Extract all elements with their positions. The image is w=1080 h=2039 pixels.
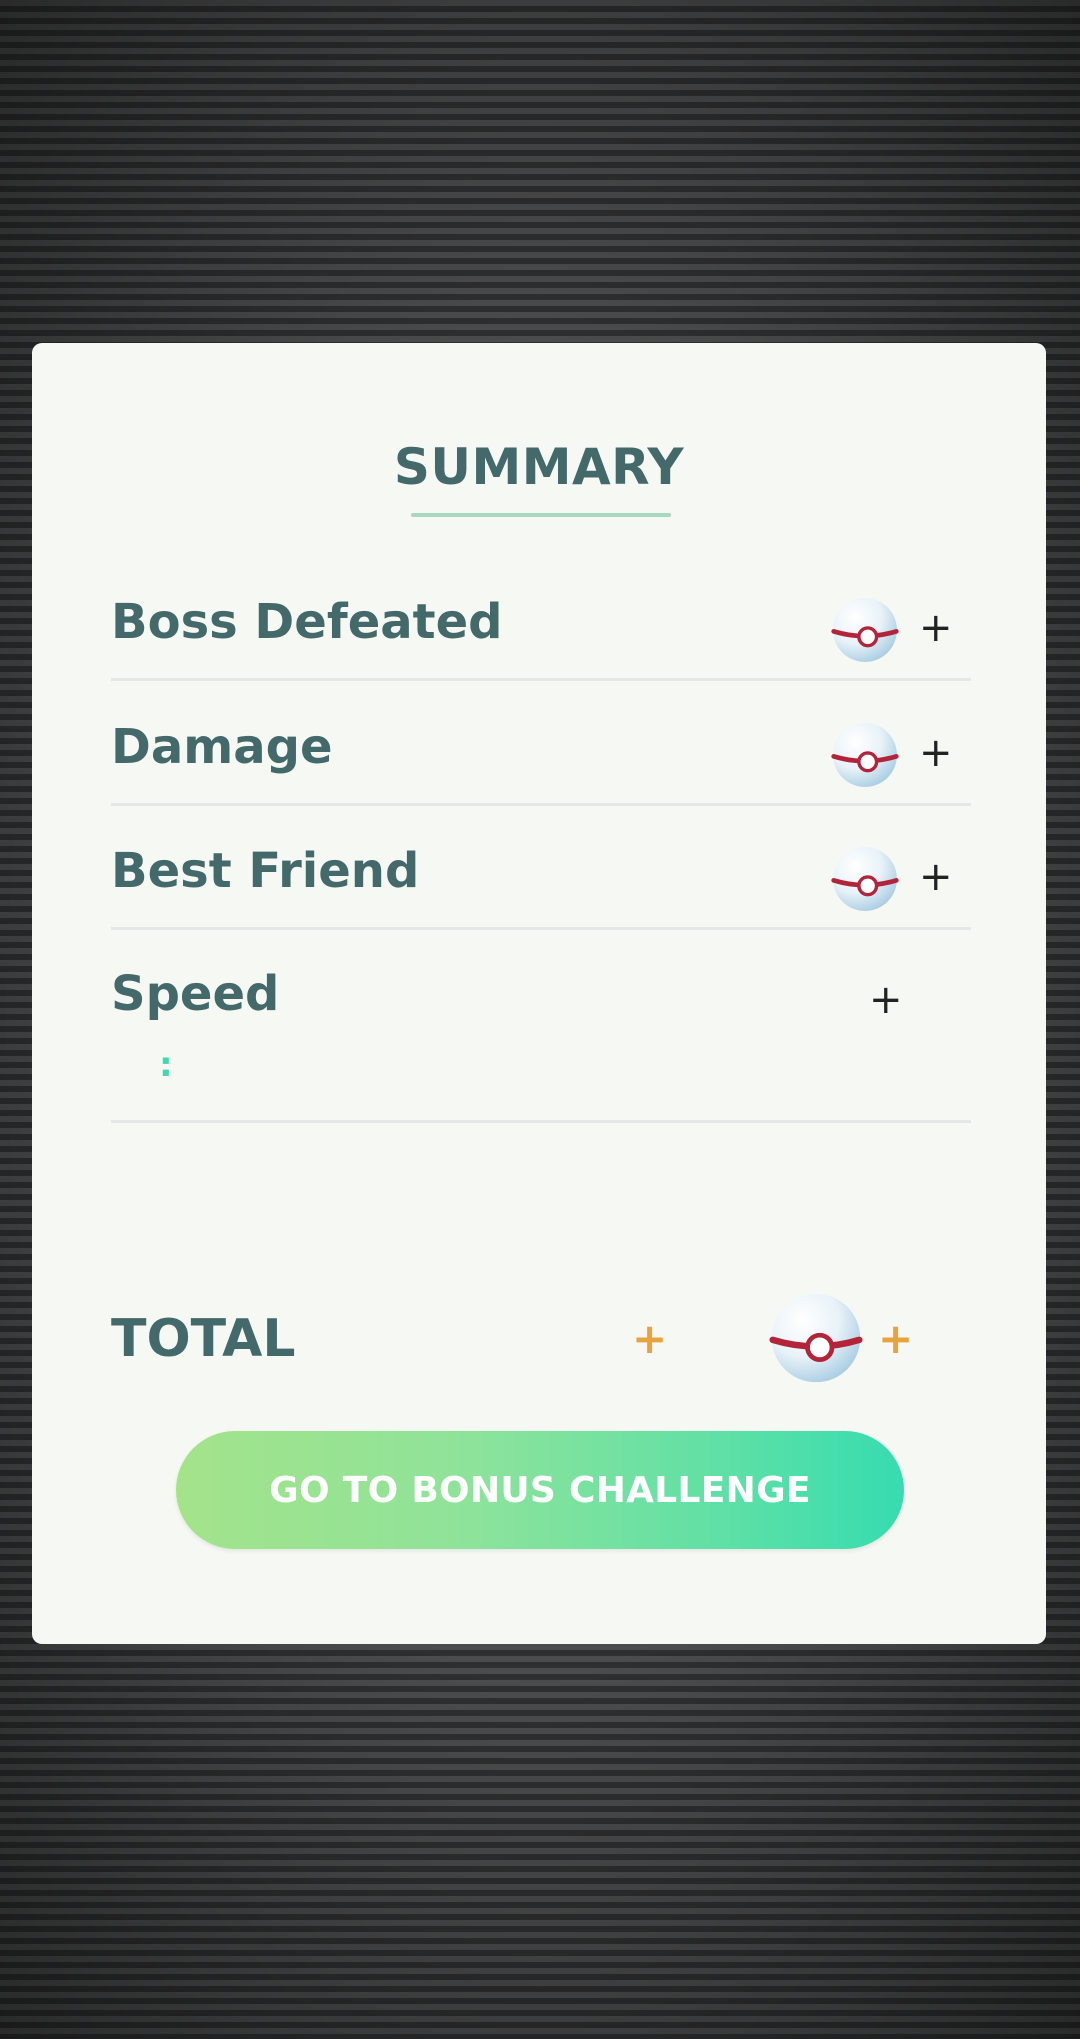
row-label-damage: Damage [111,719,333,775]
summary-title: SUMMARY [393,438,685,496]
row-label-speed: Speed [111,966,280,1022]
total-plus-left: + [632,1314,668,1363]
summary-row-speed: Speed : + [111,950,971,1123]
summary-card: SUMMARY Boss Defeated + Damage + Best Fr… [32,343,1046,1644]
title-underline [411,513,671,517]
premier-ball-icon [769,1291,863,1385]
row-label-best-friend: Best Friend [111,843,420,899]
row-plus-best-friend: + [919,854,953,900]
row-label-boss-defeated: Boss Defeated [111,594,503,650]
total-plus-right: + [878,1314,914,1363]
row-plus-speed: + [869,977,903,1023]
go-to-bonus-challenge-button[interactable]: GO TO BONUS CHALLENGE [176,1431,904,1549]
premier-ball-icon [831,845,899,913]
row-plus-damage: + [919,730,953,776]
total-label: TOTAL [111,1309,296,1369]
summary-row-boss-defeated: Boss Defeated + [111,578,971,681]
premier-ball-icon [831,721,899,789]
summary-row-best-friend: Best Friend + [111,827,971,930]
row-plus-boss-defeated: + [919,605,953,651]
speed-time-value: : [159,1045,173,1085]
premier-ball-icon [831,596,899,664]
summary-row-damage: Damage + [111,703,971,806]
